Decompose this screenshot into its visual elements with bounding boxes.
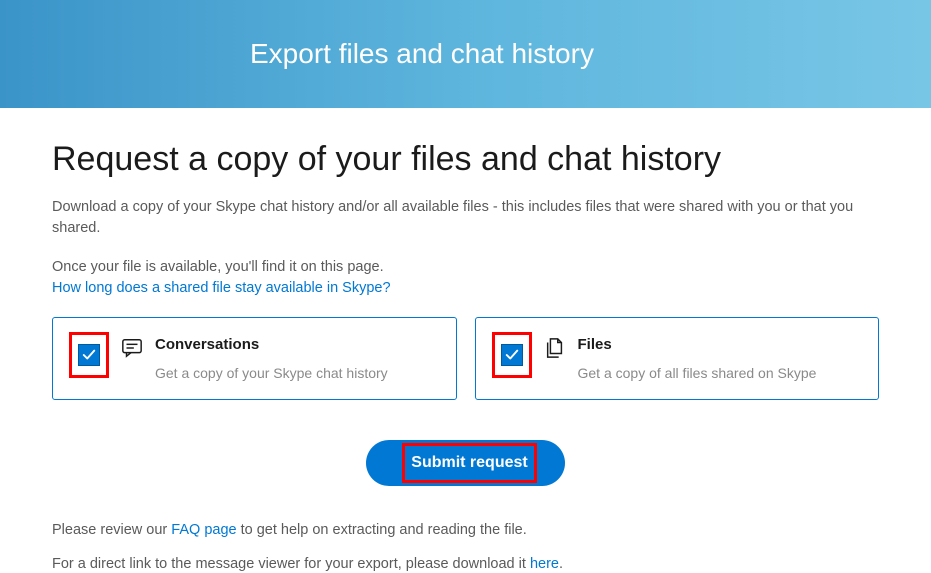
footer-faq-prefix: Please review our <box>52 522 171 538</box>
footer-viewer-prefix: For a direct link to the message viewer … <box>52 556 530 572</box>
option-card-files[interactable]: Files Get a copy of all files shared on … <box>475 317 880 400</box>
option-body: Files Get a copy of all files shared on … <box>544 332 863 381</box>
option-text: Conversations Get a copy of your Skype c… <box>155 336 440 381</box>
option-desc-conversations: Get a copy of your Skype chat history <box>155 365 440 381</box>
page-banner: Export files and chat history <box>0 0 931 108</box>
footer-viewer-paragraph: For a direct link to the message viewer … <box>52 556 879 572</box>
option-text: Files Get a copy of all files shared on … <box>578 336 863 381</box>
retention-link[interactable]: How long does a shared file stay availab… <box>52 280 391 296</box>
checkmark-icon <box>82 348 96 362</box>
option-desc-files: Get a copy of all files shared on Skype <box>578 365 863 381</box>
chat-icon <box>121 337 143 359</box>
checkmark-icon <box>505 348 519 362</box>
banner-title: Export files and chat history <box>250 38 594 70</box>
option-body: Conversations Get a copy of your Skype c… <box>121 332 440 381</box>
footer-faq-paragraph: Please review our FAQ page to get help o… <box>52 522 879 538</box>
availability-paragraph: Once your file is available, you'll find… <box>52 257 879 299</box>
submit-row: Submit request <box>52 440 879 486</box>
viewer-download-link[interactable]: here <box>530 556 559 572</box>
footer-faq-suffix: to get help on extracting and reading th… <box>237 522 527 538</box>
main-content: Request a copy of your files and chat hi… <box>0 108 931 572</box>
page-heading: Request a copy of your files and chat hi… <box>52 140 879 179</box>
submit-request-button[interactable]: Submit request <box>366 440 564 486</box>
submit-label: Submit request <box>411 454 527 472</box>
option-title-files: Files <box>578 336 863 353</box>
footer-viewer-suffix: . <box>559 556 563 572</box>
options-row: Conversations Get a copy of your Skype c… <box>52 317 879 400</box>
annotation-highlight: Submit request <box>402 443 536 483</box>
annotation-highlight <box>492 332 532 378</box>
option-card-conversations[interactable]: Conversations Get a copy of your Skype c… <box>52 317 457 400</box>
intro-paragraph: Download a copy of your Skype chat histo… <box>52 197 879 239</box>
annotation-highlight <box>69 332 109 378</box>
faq-link[interactable]: FAQ page <box>171 522 236 538</box>
availability-text: Once your file is available, you'll find… <box>52 259 384 275</box>
option-title-conversations: Conversations <box>155 336 440 353</box>
files-icon <box>544 337 566 359</box>
checkbox-files[interactable] <box>501 344 523 366</box>
checkbox-conversations[interactable] <box>78 344 100 366</box>
